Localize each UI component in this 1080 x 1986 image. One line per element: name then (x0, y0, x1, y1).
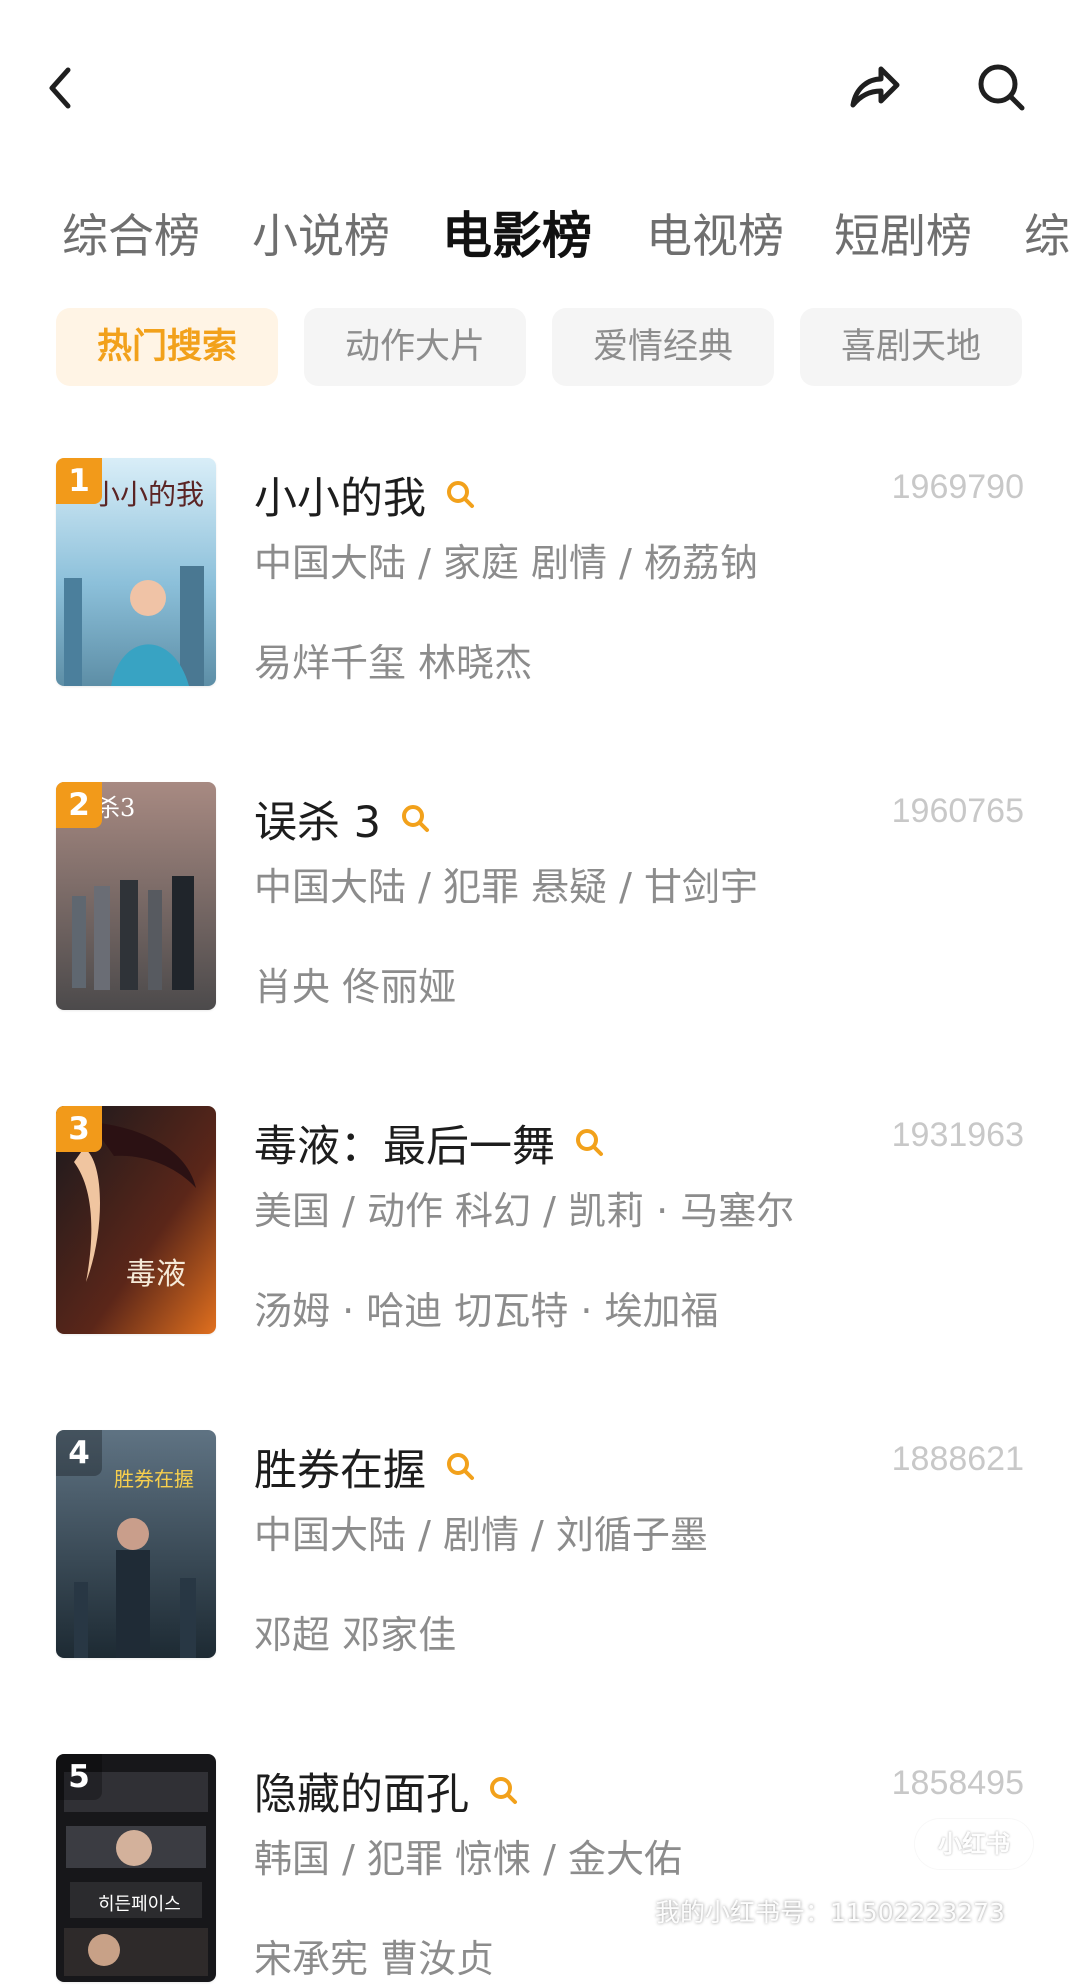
movie-title[interactable]: 毒液：最后一舞 (254, 1112, 555, 1174)
chip-comedy[interactable]: 喜剧天地 (800, 308, 1022, 386)
movie-poster[interactable]: 히든페이스 5 (56, 1754, 216, 1982)
movie-poster[interactable]: 误杀3 2 (56, 782, 216, 1010)
top-navigation-bar (0, 0, 1080, 170)
watermark-badge: 小红书 (915, 1819, 1033, 1869)
search-icon[interactable] (444, 478, 478, 512)
rank-badge: 5 (56, 1754, 102, 1800)
title-row: 胜券在握 (254, 1430, 478, 1504)
movie-meta: 中国大陆 / 剧情 / 刘循子墨 (254, 1513, 708, 1557)
search-count: 1931963 (891, 1116, 1024, 1154)
movie-meta: 美国 / 动作 科幻 / 凯莉 · 马塞尔 (254, 1189, 795, 1233)
list-item[interactable]: 胜券在握 4 胜券在握 1888621 中国大陆 / 剧情 / 刘循子墨 邓超 … (0, 1430, 1080, 1662)
search-icon (978, 64, 1025, 111)
movie-cast: 肖央 佟丽娅 (254, 965, 457, 1009)
search-icon[interactable] (573, 1126, 607, 1160)
chip-hot-search[interactable]: 热门搜索 (56, 308, 278, 386)
title-row: 误杀 3 (254, 782, 433, 856)
movie-title[interactable]: 误杀 3 (254, 788, 381, 850)
chip-romance[interactable]: 爱情经典 (552, 308, 774, 386)
share-button[interactable] (832, 48, 912, 128)
title-row: 小小的我 (254, 458, 478, 532)
movie-meta: 韩国 / 犯罪 惊悚 / 金大佑 (254, 1837, 683, 1881)
tab-novel[interactable]: 小说榜 (252, 196, 390, 276)
search-count: 1858495 (891, 1764, 1024, 1802)
watermark-text: 我的小红书号：11502223273 (655, 1898, 1005, 1927)
movie-meta: 中国大陆 / 家庭 剧情 / 杨荔钠 (254, 541, 759, 585)
list-item[interactable]: 误杀3 2 误杀 3 1960765 中国大陆 / 犯罪 悬疑 / 甘剑宇 肖央… (0, 782, 1080, 1014)
list-item[interactable]: 히든페이스 5 隐藏的面孔 1858495 韩国 / 犯罪 惊悚 / 金大佑 宋… (0, 1754, 1080, 1986)
movie-poster[interactable]: 小小的我 1 (56, 458, 216, 686)
chip-action[interactable]: 动作大片 (304, 308, 526, 386)
poster-title-text: 毒液 (126, 1257, 186, 1292)
tab-short-drama[interactable]: 短剧榜 (834, 196, 972, 276)
poster-title-text: 小小的我 (92, 478, 204, 511)
tab-movie[interactable]: 电影榜 (442, 196, 592, 276)
title-row: 毒液：最后一舞 (254, 1106, 607, 1180)
tab-variety[interactable]: 综 (1024, 196, 1070, 276)
movie-title[interactable]: 小小的我 (254, 464, 426, 526)
movie-poster[interactable]: 胜券在握 4 (56, 1430, 216, 1658)
movie-cast: 易烊千玺 林晓杰 (254, 641, 533, 685)
share-arrow-icon (850, 66, 900, 108)
search-count: 1969790 (891, 468, 1024, 506)
list-item[interactable]: 小小的我 1 小小的我 1969790 中国大陆 / 家庭 剧情 / 杨荔钠 易… (0, 458, 1080, 690)
movie-poster[interactable]: 毒液 3 (56, 1106, 216, 1334)
search-count: 1960765 (891, 792, 1024, 830)
movie-cast: 宋承宪 曹汝贞 (254, 1937, 495, 1981)
movie-meta: 中国大陆 / 犯罪 悬疑 / 甘剑宇 (254, 865, 759, 909)
search-icon[interactable] (444, 1450, 478, 1484)
search-icon[interactable] (487, 1774, 521, 1808)
movie-title[interactable]: 胜券在握 (254, 1436, 426, 1498)
search-count: 1888621 (891, 1440, 1024, 1478)
title-row: 隐藏的面孔 (254, 1754, 521, 1828)
rank-badge: 3 (56, 1106, 102, 1152)
chevron-left-icon (49, 67, 71, 109)
rank-badge: 1 (56, 458, 102, 504)
search-button[interactable] (962, 48, 1042, 128)
back-button[interactable] (24, 48, 104, 128)
rank-badge: 2 (56, 782, 102, 828)
search-icon[interactable] (399, 802, 433, 836)
poster-title-text: 胜券在握 (114, 1467, 194, 1491)
movie-title[interactable]: 隐藏的面孔 (254, 1760, 469, 1822)
movie-cast: 汤姆 · 哈迪 切瓦特 · 埃加福 (254, 1289, 719, 1333)
list-item[interactable]: 毒液 3 毒液：最后一舞 1931963 美国 / 动作 科幻 / 凯莉 · 马… (0, 1106, 1080, 1338)
movie-cast: 邓超 邓家佳 (254, 1613, 457, 1657)
rank-badge: 4 (56, 1430, 102, 1476)
tab-overall[interactable]: 综合榜 (62, 196, 200, 276)
poster-title-text: 히든페이스 (98, 1894, 181, 1915)
tab-tv[interactable]: 电视榜 (646, 196, 784, 276)
ranking-tabs: 综合榜 小说榜 电影榜 电视榜 短剧榜 综 (0, 196, 1080, 276)
